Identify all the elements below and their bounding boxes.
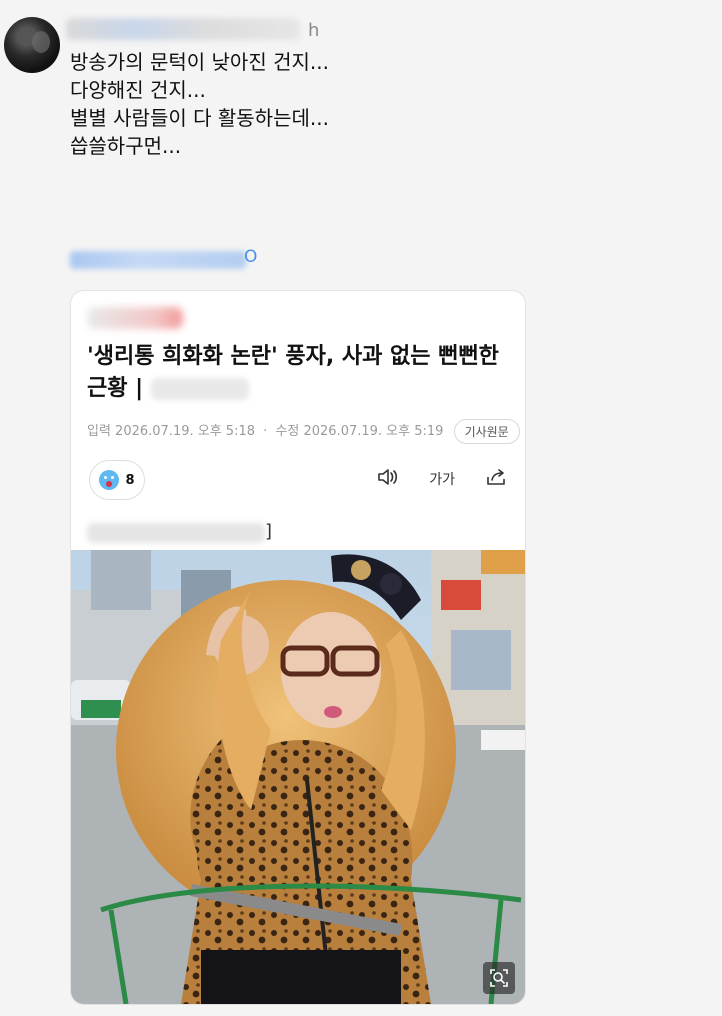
article-photo[interactable] [71, 550, 525, 1004]
surprised-emoji-icon [99, 470, 120, 490]
news-source-blurred [87, 307, 183, 329]
headline-text: '생리통 희화화 논란' 풍자, 사과 없는 뻔뻔한 근황 | [87, 344, 499, 401]
font-size-icon[interactable]: 가가 [429, 469, 455, 489]
post-body: 방송가의 문턱이 낮아진 건지... 다양해진 건지... 별별 사람들이 다 … [70, 48, 329, 160]
article-meta: 입력 2026.07.19. 오후 5:18 · 수정 2026.07.19. … [87, 419, 520, 444]
post-line: 다양해진 건지... [70, 78, 206, 102]
photo-caption-blurred [87, 523, 265, 543]
photo-caption-tail: ] [265, 521, 273, 542]
article-headline[interactable]: '생리통 희화화 논란' 풍자, 사과 없는 뻔뻔한 근황 | [87, 341, 517, 405]
meta-separator: · [263, 424, 268, 439]
zoom-button[interactable] [483, 962, 515, 994]
post-line: 별별 사람들이 다 활동하는데... [70, 106, 329, 130]
original-article-button[interactable]: 기사원문 [453, 419, 520, 444]
article-tools: 가가 [377, 467, 507, 491]
zoom-icon [490, 969, 508, 987]
post-line: 방송가의 문턱이 낮아진 건지... [70, 50, 329, 74]
published-time: 입력 2026.07.19. 오후 5:18 [87, 424, 255, 439]
avatar[interactable] [4, 17, 60, 73]
headline-source-blurred [150, 378, 249, 400]
reaction-button[interactable]: 8 [89, 460, 145, 500]
post-line: 씁쓸하구먼... [70, 134, 182, 158]
speaker-icon[interactable] [377, 467, 399, 491]
post-link-tail[interactable]: O [244, 247, 257, 267]
post-time: h [308, 20, 320, 41]
post-link-blurred[interactable] [70, 251, 246, 269]
reaction-count: 8 [125, 472, 135, 488]
article-card[interactable]: '생리통 희화화 논란' 풍자, 사과 없는 뻔뻔한 근황 | 입력 2026.… [70, 290, 526, 1005]
share-icon[interactable] [485, 467, 507, 491]
username-blurred[interactable] [66, 18, 300, 40]
modified-time: 수정 2026.07.19. 오후 5:19 [275, 424, 444, 439]
